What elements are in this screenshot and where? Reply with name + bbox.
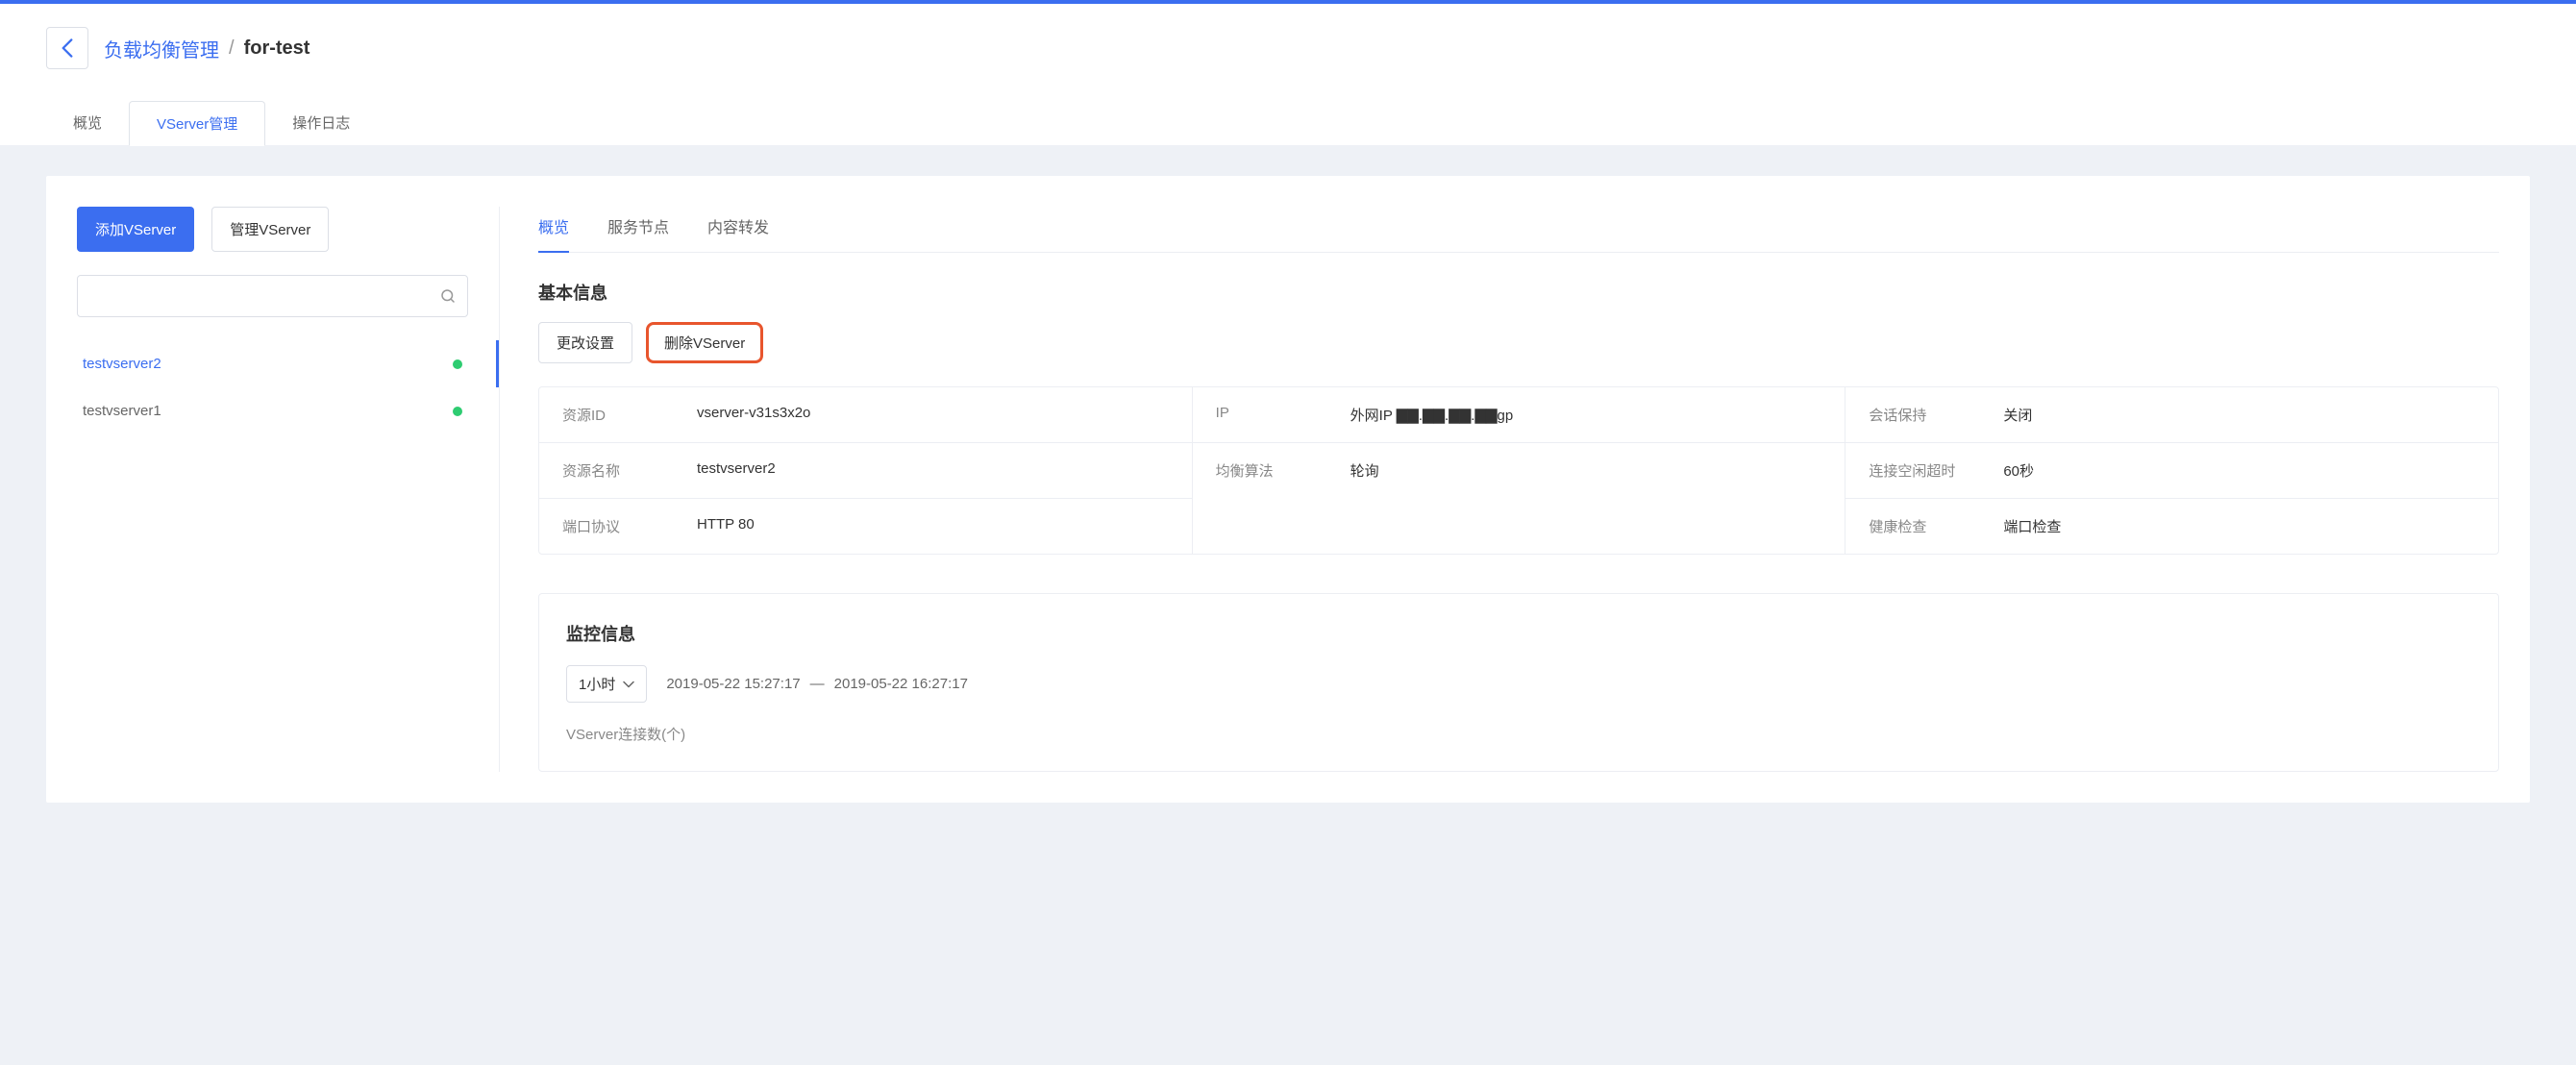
- info-label: 连接空闲超时: [1869, 460, 2003, 481]
- info-value: testvserver2: [697, 460, 776, 481]
- range-separator: —: [810, 676, 825, 692]
- info-value: HTTP 80: [697, 516, 755, 536]
- sub-tab-content-forward[interactable]: 内容转发: [707, 207, 769, 253]
- manage-vserver-button[interactable]: 管理VServer: [211, 207, 329, 252]
- status-dot-icon: [453, 407, 462, 416]
- time-option-label: 1小时: [579, 674, 615, 694]
- range-start: 2019-05-22 15:27:17: [666, 676, 800, 692]
- info-row-health-check: 健康检查 端口检查: [1845, 499, 2498, 554]
- info-label: 均衡算法: [1216, 460, 1350, 481]
- monitor-title: 监控信息: [566, 621, 2471, 646]
- range-end: 2019-05-22 16:27:17: [834, 676, 968, 692]
- sub-tab-service-node[interactable]: 服务节点: [607, 207, 669, 253]
- info-value: 60秒: [2003, 460, 2034, 481]
- back-button[interactable]: [46, 27, 88, 69]
- info-row-algorithm: 均衡算法 轮询: [1193, 443, 1845, 498]
- chevron-left-icon: [62, 38, 73, 58]
- monitor-card: 监控信息 1小时 2019-05-22 15:27:17 — 2019-05-2…: [538, 593, 2499, 772]
- info-row-port-protocol: 端口协议 HTTP 80: [539, 499, 1192, 554]
- tab-overview[interactable]: 概览: [46, 101, 129, 146]
- info-row-idle-timeout: 连接空闲超时 60秒: [1845, 443, 2498, 499]
- info-col-2: IP 外网IP ▇▇.▇▇.▇▇.▇▇gp 均衡算法 轮询: [1193, 387, 1846, 554]
- breadcrumb: 负载均衡管理 / for-test: [104, 35, 310, 62]
- breadcrumb-separator: /: [229, 37, 235, 60]
- content-area: 添加VServer 管理VServer testvserver2 testvse…: [0, 145, 2576, 833]
- breadcrumb-current: for-test: [244, 37, 310, 60]
- breadcrumb-root[interactable]: 负载均衡管理: [104, 35, 219, 62]
- add-vserver-button[interactable]: 添加VServer: [77, 207, 194, 252]
- info-grid: 资源ID vserver-v31s3x2o 资源名称 testvserver2 …: [538, 386, 2499, 555]
- info-value: 外网IP ▇▇.▇▇.▇▇.▇▇gp: [1350, 405, 1514, 425]
- status-dot-icon: [453, 359, 462, 369]
- monitor-controls: 1小时 2019-05-22 15:27:17 — 2019-05-22 16:…: [566, 665, 2471, 703]
- tab-vserver-manage[interactable]: VServer管理: [129, 101, 265, 146]
- vserver-item-label: testvserver1: [83, 403, 161, 419]
- info-value: 轮询: [1350, 460, 1379, 481]
- sub-tab-overview[interactable]: 概览: [538, 207, 569, 253]
- search-icon[interactable]: [439, 287, 457, 305]
- info-label: 资源名称: [562, 460, 697, 481]
- info-col-1: 资源ID vserver-v31s3x2o 资源名称 testvserver2 …: [539, 387, 1193, 554]
- info-label: IP: [1216, 405, 1350, 425]
- info-row-session: 会话保持 关闭: [1845, 387, 2498, 443]
- chart-label: VServer连接数(个): [566, 724, 2471, 744]
- time-range-select[interactable]: 1小时: [566, 665, 647, 703]
- time-range-display: 2019-05-22 15:27:17 — 2019-05-22 16:27:1…: [666, 676, 968, 692]
- info-row-resource-id: 资源ID vserver-v31s3x2o: [539, 387, 1192, 443]
- tab-operation-log[interactable]: 操作日志: [265, 101, 377, 146]
- info-row-ip: IP 外网IP ▇▇.▇▇.▇▇.▇▇gp: [1193, 387, 1845, 443]
- info-row-resource-name: 资源名称 testvserver2: [539, 443, 1192, 499]
- detail-pane: 概览 服务节点 内容转发 基本信息 更改设置 删除VServer 资源ID vs…: [500, 207, 2499, 772]
- delete-vserver-button[interactable]: 删除VServer: [646, 322, 763, 363]
- basic-info-actions: 更改设置 删除VServer: [538, 322, 2499, 363]
- search-input[interactable]: [77, 275, 468, 317]
- sidebar-actions: 添加VServer 管理VServer: [77, 207, 468, 252]
- info-col-3: 会话保持 关闭 连接空闲超时 60秒 健康检查 端口检查: [1845, 387, 2498, 554]
- edit-settings-button[interactable]: 更改设置: [538, 322, 632, 363]
- search-box: [77, 275, 468, 317]
- basic-info-title: 基本信息: [538, 280, 2499, 305]
- sub-tab-bar: 概览 服务节点 内容转发: [538, 207, 2499, 253]
- vserver-item-label: testvserver2: [83, 356, 161, 372]
- info-value: 关闭: [2003, 405, 2032, 425]
- chevron-down-icon: [623, 679, 634, 690]
- page-header: 负载均衡管理 / for-test 概览 VServer管理 操作日志: [0, 4, 2576, 145]
- info-label: 端口协议: [562, 516, 697, 536]
- main-panel: 添加VServer 管理VServer testvserver2 testvse…: [46, 176, 2530, 803]
- info-value: 端口检查: [2003, 516, 2061, 536]
- vserver-item-testvserver2[interactable]: testvserver2: [77, 340, 468, 387]
- info-label: 会话保持: [1869, 405, 2003, 425]
- info-label: 健康检查: [1869, 516, 2003, 536]
- vserver-item-testvserver1[interactable]: testvserver1: [77, 387, 468, 434]
- vserver-list: testvserver2 testvserver1: [77, 340, 468, 434]
- info-value: vserver-v31s3x2o: [697, 405, 810, 425]
- main-tab-bar: 概览 VServer管理 操作日志: [46, 101, 2530, 146]
- breadcrumb-row: 负载均衡管理 / for-test: [46, 27, 2530, 100]
- info-label: 资源ID: [562, 405, 697, 425]
- vserver-sidebar: 添加VServer 管理VServer testvserver2 testvse…: [77, 207, 500, 772]
